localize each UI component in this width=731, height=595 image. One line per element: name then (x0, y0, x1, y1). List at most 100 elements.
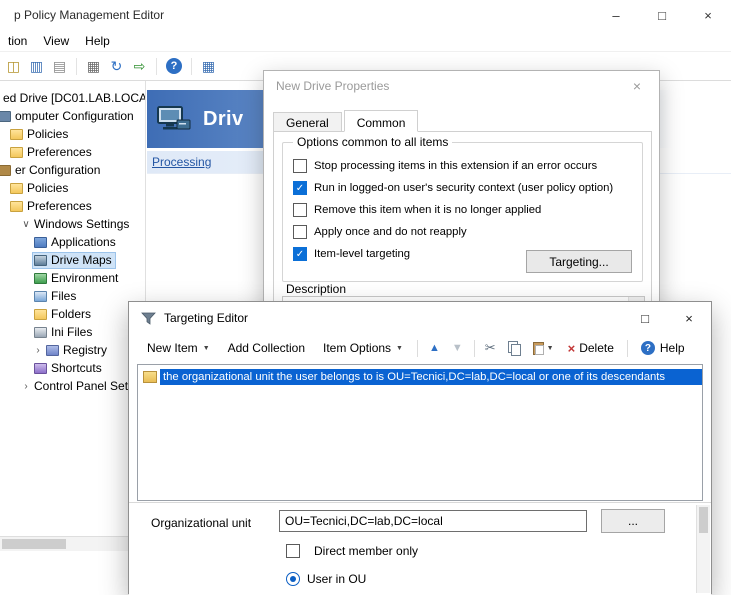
targeting-button[interactable]: Targeting... (526, 250, 632, 273)
toolbar-separator (474, 340, 475, 357)
new-item-button[interactable]: New Item ▼ (139, 337, 218, 359)
tree-expander-icon[interactable]: ∨ (20, 219, 32, 230)
tree-item-omputer-configuration[interactable]: omputer Configuration (0, 107, 145, 125)
checkbox-icon[interactable]: ✓ (293, 181, 307, 195)
maximize-icon[interactable]: □ (639, 0, 685, 30)
tree-item-environment[interactable]: Environment (32, 269, 145, 287)
toolbar-separator (76, 58, 77, 75)
toolbar-separator (156, 58, 157, 75)
show-console-tree-icon[interactable]: ▥ (26, 56, 47, 77)
checkbox-icon[interactable] (293, 159, 307, 173)
computer-icon (0, 111, 11, 122)
tree-item-preferences[interactable]: Preferences (8, 197, 145, 215)
tree-item-label: Preferences (27, 145, 92, 159)
delete-button[interactable]: × Delete (561, 337, 621, 360)
cut-icon[interactable]: ✂ (481, 340, 500, 356)
files-icon (34, 291, 47, 302)
option-apply-once-and-do-not-reapply[interactable]: Apply once and do not reapply (293, 221, 638, 243)
menu-action[interactable]: tion (0, 31, 35, 51)
tree-item-policies[interactable]: Policies (8, 125, 145, 143)
checkbox-icon[interactable] (293, 225, 307, 239)
user-icon (0, 165, 11, 176)
drive-icon (34, 255, 47, 266)
tree-item-label: Policies (27, 181, 68, 195)
user-in-ou-row[interactable]: User in OU (286, 572, 366, 586)
menu-help[interactable]: Help (77, 31, 118, 51)
close-icon[interactable]: × (685, 0, 731, 30)
toolbar-separator (417, 340, 418, 357)
tree-item-windows-settings[interactable]: ∨Windows Settings (20, 215, 145, 233)
menu-view[interactable]: View (35, 31, 77, 51)
minimize-icon[interactable]: – (593, 0, 639, 30)
paste-button[interactable]: ▼ (528, 342, 559, 355)
targeting-funnel-icon (141, 311, 156, 326)
close-icon[interactable]: × (615, 71, 659, 101)
maximize-icon[interactable]: □ (623, 302, 667, 334)
scrollbar-thumb[interactable] (2, 539, 66, 549)
help-icon: ? (641, 341, 655, 355)
tree-item-inner: Registry (44, 342, 111, 359)
dialog-titlebar: Targeting Editor □ × (129, 302, 711, 334)
help-icon[interactable]: ? (166, 58, 182, 74)
tree-horizontal-scrollbar[interactable] (0, 536, 146, 551)
scrollbar-thumb[interactable] (699, 507, 708, 533)
tree-item-label: er Configuration (15, 163, 100, 177)
organizational-unit-label: Organizational unit (151, 516, 251, 530)
dialog-title: Targeting Editor (164, 311, 248, 325)
dialog-titlebar: New Drive Properties × (264, 71, 659, 101)
tab-general[interactable]: General (273, 112, 342, 132)
tree-item-ed-drive-dc01-lab-loca[interactable]: ed Drive [DC01.LAB.LOCA (0, 89, 145, 107)
tree-item-er-configuration[interactable]: er Configuration (0, 161, 145, 179)
tab-strip: General Common (273, 110, 420, 132)
help-button[interactable]: ? Help (634, 337, 692, 359)
tree-item-inner: Folders (32, 306, 95, 323)
tree-item-applications[interactable]: Applications (32, 233, 145, 251)
user-in-ou-label: User in OU (307, 572, 366, 586)
environment-icon (34, 273, 47, 284)
tree-item-preferences[interactable]: Preferences (8, 143, 145, 161)
clipboard-icon[interactable]: ▤ (49, 56, 70, 77)
tree-item-drive-maps[interactable]: Drive Maps (32, 251, 145, 269)
registry-icon (46, 345, 59, 356)
tree-item-policies[interactable]: Policies (8, 179, 145, 197)
checkbox-icon[interactable] (293, 203, 307, 217)
refresh-icon[interactable]: ↻ (106, 56, 127, 77)
tree-item-control-panel-sett[interactable]: ›Control Panel Sett (20, 377, 145, 395)
tree-expander-icon[interactable]: › (20, 381, 32, 392)
organizational-unit-input[interactable] (279, 510, 587, 532)
columns-icon[interactable]: ▦ (198, 56, 219, 77)
browse-button[interactable]: ... (601, 509, 665, 533)
option-label: Apply once and do not reapply (314, 226, 467, 238)
item-options-button[interactable]: Item Options ▼ (315, 337, 411, 359)
tab-common[interactable]: Common (344, 110, 419, 132)
option-label: Item-level targeting (314, 248, 410, 260)
move-up-icon[interactable]: ▲ (424, 342, 445, 354)
user-in-ou-radio[interactable] (286, 572, 300, 586)
copy-icon[interactable] (508, 341, 520, 355)
processing-link[interactable]: Processing (152, 155, 211, 169)
export-list-icon[interactable]: ⇨ (129, 56, 150, 77)
targeting-item-options-panel: Organizational unit ... Direct member on… (129, 502, 711, 595)
option-remove-this-item-when-it-is-no-l[interactable]: Remove this item when it is no longer ap… (293, 199, 638, 221)
delete-x-icon: × (568, 341, 576, 356)
option-run-in-logged-on-user-s-security[interactable]: ✓Run in logged-on user's security contex… (293, 177, 638, 199)
printer-icon[interactable]: ▦ (83, 56, 104, 77)
targeting-editor-dialog: Targeting Editor □ × New Item ▼ Add Coll… (128, 301, 712, 594)
paste-icon (533, 342, 544, 355)
checkbox-icon[interactable]: ✓ (293, 247, 307, 261)
console-panes-icon[interactable]: ◫ (3, 56, 24, 77)
direct-member-only-row[interactable]: Direct member only (286, 544, 418, 558)
options-list: Stop processing items in this extension … (293, 155, 638, 265)
tree-item-inner: Policies (8, 180, 72, 197)
options-panel-scrollbar[interactable] (696, 505, 710, 593)
tree-expander-icon[interactable]: › (32, 345, 44, 356)
option-stop-processing-items-in-this-ex[interactable]: Stop processing items in this extension … (293, 155, 638, 177)
targeting-list[interactable]: the organizational unit the user belongs… (137, 364, 703, 501)
tree-item-inner: er Configuration (0, 162, 104, 179)
dialog-title: New Drive Properties (276, 79, 389, 93)
add-collection-button[interactable]: Add Collection (220, 337, 313, 359)
direct-member-checkbox[interactable] (286, 544, 300, 558)
tree-item-label: omputer Configuration (15, 109, 134, 123)
close-icon[interactable]: × (667, 302, 711, 334)
targeting-list-item[interactable]: the organizational unit the user belongs… (138, 368, 702, 385)
